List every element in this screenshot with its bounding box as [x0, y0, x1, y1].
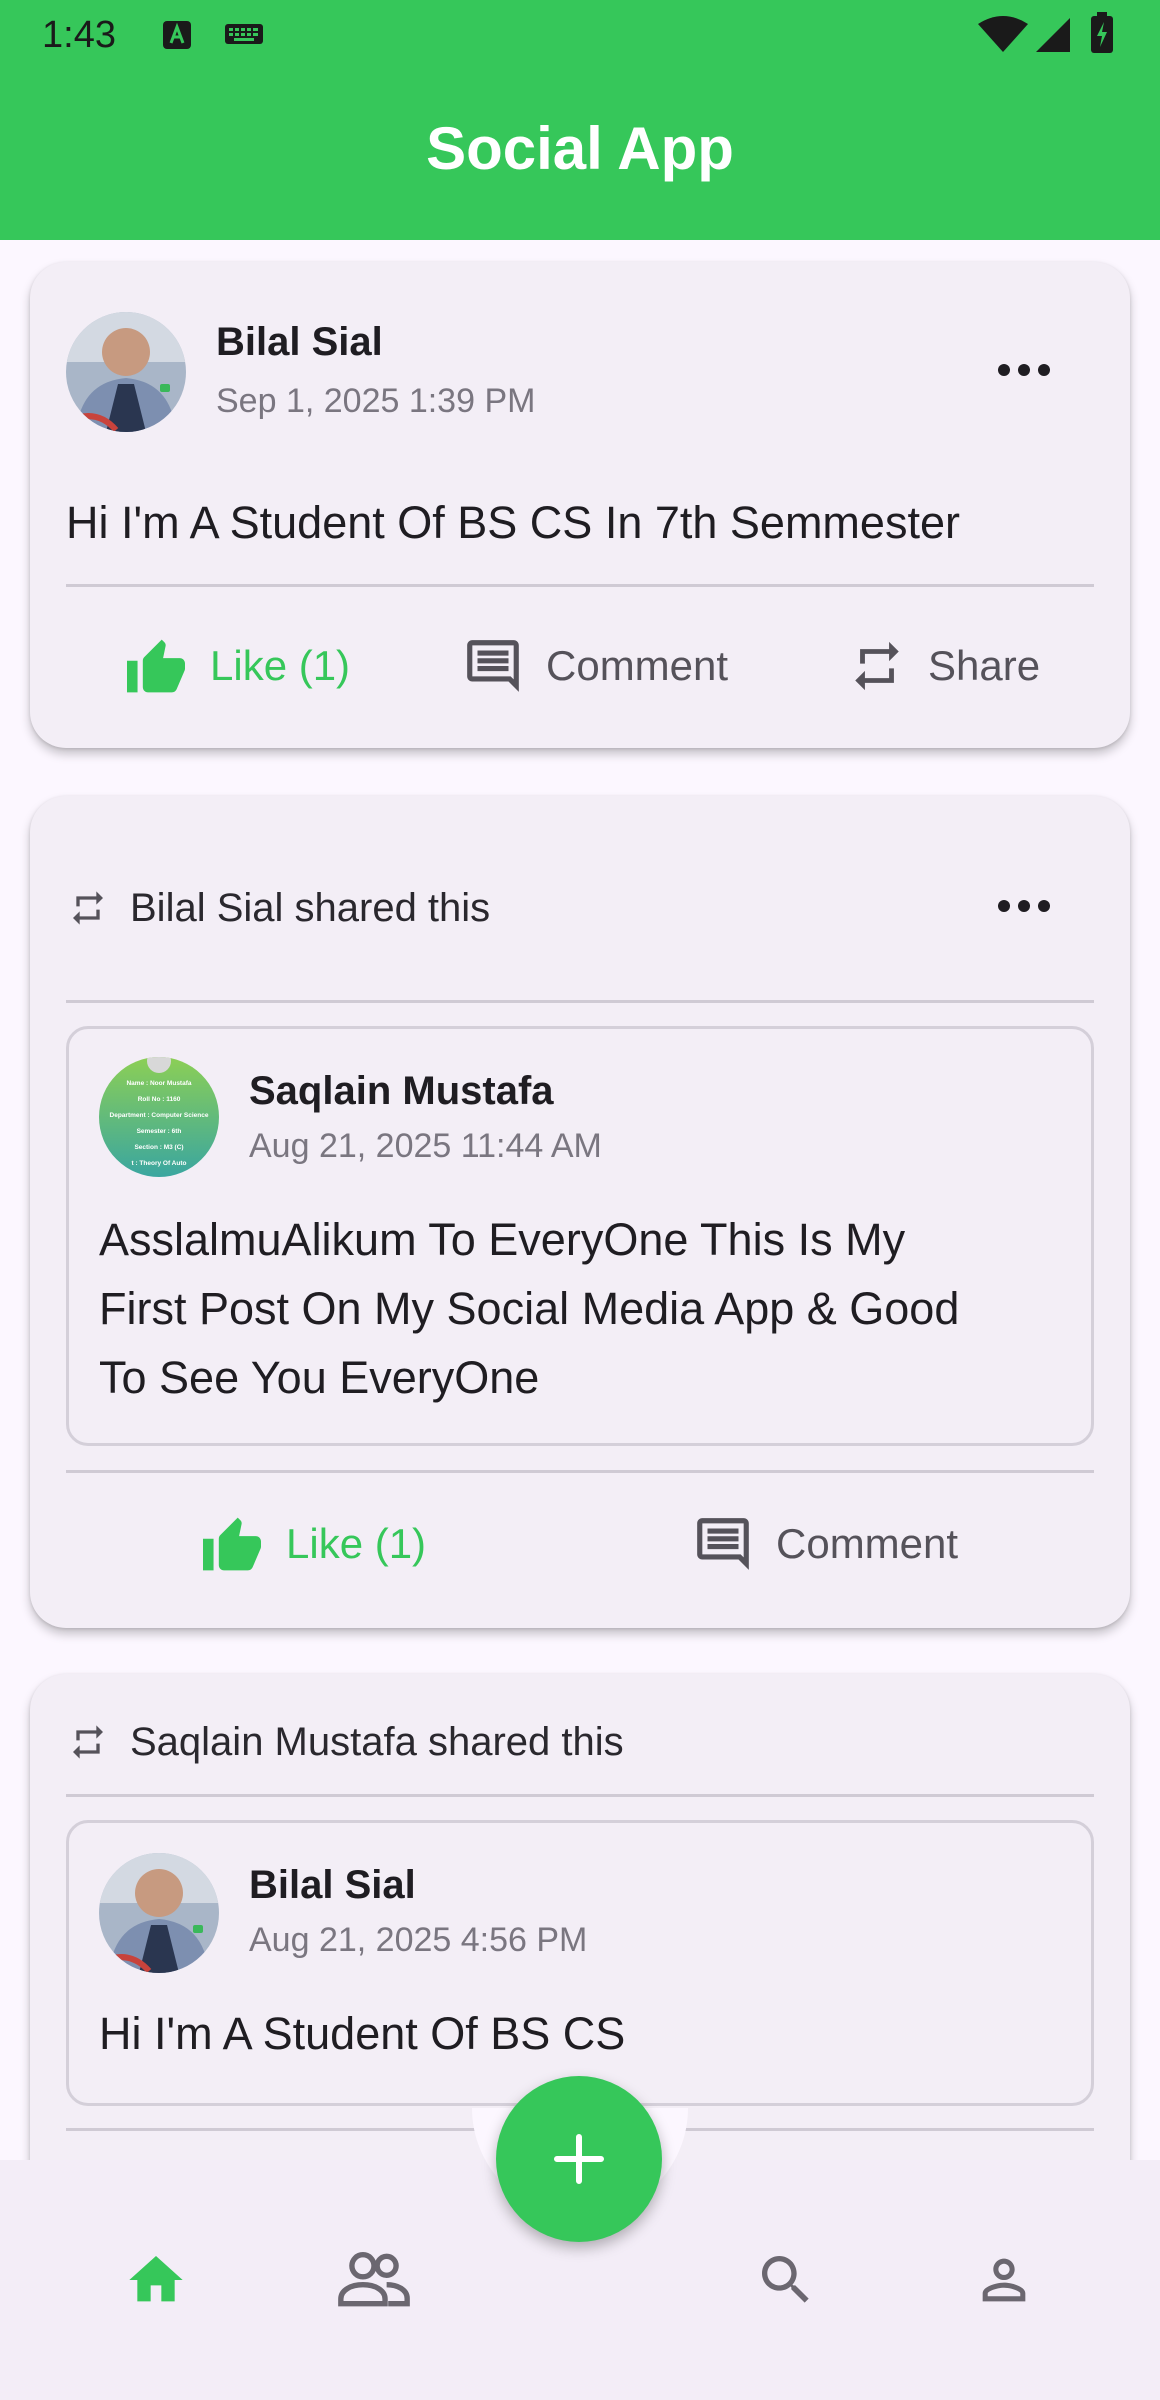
- post-author[interactable]: Bilal Sial: [249, 1863, 416, 1908]
- post-text: Hi I'm A Student Of BS CS: [99, 2008, 626, 2059]
- battery-charging-icon: [1091, 12, 1113, 53]
- post-date: Aug 21, 2025 4:56 PM: [249, 1921, 588, 1959]
- add-post-button[interactable]: [496, 2076, 662, 2242]
- notification-a-icon: [163, 21, 191, 49]
- comment-label: Comment: [776, 1520, 959, 1567]
- comment-label: Comment: [546, 642, 729, 689]
- post-text-line: First Post On My Social Media App & Good: [99, 1283, 960, 1334]
- avatar-text: t : Theory Of Auto: [131, 1160, 186, 1167]
- repeat-icon: [855, 641, 899, 691]
- avatar-text: Department : Computer Science: [110, 1112, 209, 1119]
- app-title: Social App: [426, 115, 734, 182]
- people-icon[interactable]: [336, 2250, 412, 2310]
- original-post[interactable]: Name : Noor Mustafa Roll No : 1160 Depar…: [66, 1026, 1094, 1446]
- comment-icon: [697, 1518, 749, 1570]
- avatar[interactable]: Name : Noor Mustafa Roll No : 1160 Depar…: [99, 1057, 219, 1177]
- search-icon[interactable]: [754, 2248, 818, 2312]
- share-button[interactable]: Share: [848, 632, 1040, 700]
- post-text-line: To See You EveryOne: [99, 1352, 540, 1403]
- keyboard-icon: [225, 24, 263, 44]
- comment-button[interactable]: Comment: [692, 1510, 958, 1578]
- shared-by-line: Saqlain Mustafa shared this: [68, 1712, 624, 1772]
- post-author[interactable]: Saqlain Mustafa: [249, 1069, 554, 1114]
- more-options-icon[interactable]: [996, 898, 1052, 914]
- avatar-text: Name : Noor Mustafa: [126, 1080, 191, 1087]
- share-label: Share: [928, 642, 1041, 689]
- shared-by-line: Bilal Sial shared this: [68, 878, 490, 938]
- avatar[interactable]: [66, 312, 186, 432]
- post-date: Aug 21, 2025 11:44 AM: [249, 1127, 602, 1165]
- like-button[interactable]: Like (1): [200, 1510, 426, 1578]
- wifi-icon: [978, 16, 1028, 52]
- avatar-text: Section : M3 (C): [134, 1144, 183, 1151]
- post-author[interactable]: Bilal Sial: [216, 320, 383, 365]
- comment-button[interactable]: Comment: [462, 632, 728, 700]
- status-time: 1:43: [42, 14, 116, 56]
- post-text-line: AsslalmuAlikum To EveryOne This Is My: [99, 1214, 906, 1265]
- signal-icon: [1036, 18, 1070, 52]
- app-bar: Social App: [0, 72, 1160, 240]
- more-options-icon[interactable]: [996, 362, 1052, 378]
- avatar-text: Semester : 6th: [137, 1128, 182, 1135]
- shared-by-text: Saqlain Mustafa shared this: [130, 1719, 624, 1764]
- home-icon[interactable]: [124, 2248, 188, 2312]
- plus-icon: [554, 2134, 604, 2184]
- divider: [66, 1470, 1094, 1473]
- divider: [66, 1794, 1094, 1797]
- post-date: Sep 1, 2025 1:39 PM: [216, 382, 536, 420]
- post-text: AsslalmuAlikum To EveryOne This Is My Fi…: [99, 1205, 959, 1412]
- post-card: Bilal Sial Sep 1, 2025 1:39 PM Hi I'm A …: [30, 262, 1130, 748]
- repeat-icon: [73, 891, 103, 925]
- thumb-up-icon: [203, 1517, 261, 1571]
- shared-by-text: Bilal Sial shared this: [130, 885, 491, 930]
- comment-icon: [467, 640, 519, 692]
- status-bar: 1:43: [0, 0, 1160, 72]
- thumb-up-icon: [127, 639, 185, 693]
- like-label: Like (1): [210, 642, 351, 689]
- avatar[interactable]: [99, 1853, 219, 1973]
- like-button[interactable]: Like (1): [124, 632, 350, 700]
- original-post[interactable]: Bilal Sial Aug 21, 2025 4:56 PM Hi I'm A…: [66, 1820, 1094, 2106]
- avatar-text: Roll No : 1160: [138, 1096, 181, 1103]
- divider: [66, 584, 1094, 587]
- like-label: Like (1): [286, 1520, 427, 1567]
- shared-post-card: Bilal Sial shared this Name : Noor Musta…: [30, 796, 1130, 1628]
- repeat-icon: [73, 1725, 103, 1759]
- divider: [66, 1000, 1094, 1003]
- post-text: Hi I'm A Student Of BS CS In 7th Semmest…: [66, 497, 960, 548]
- person-icon[interactable]: [972, 2248, 1036, 2312]
